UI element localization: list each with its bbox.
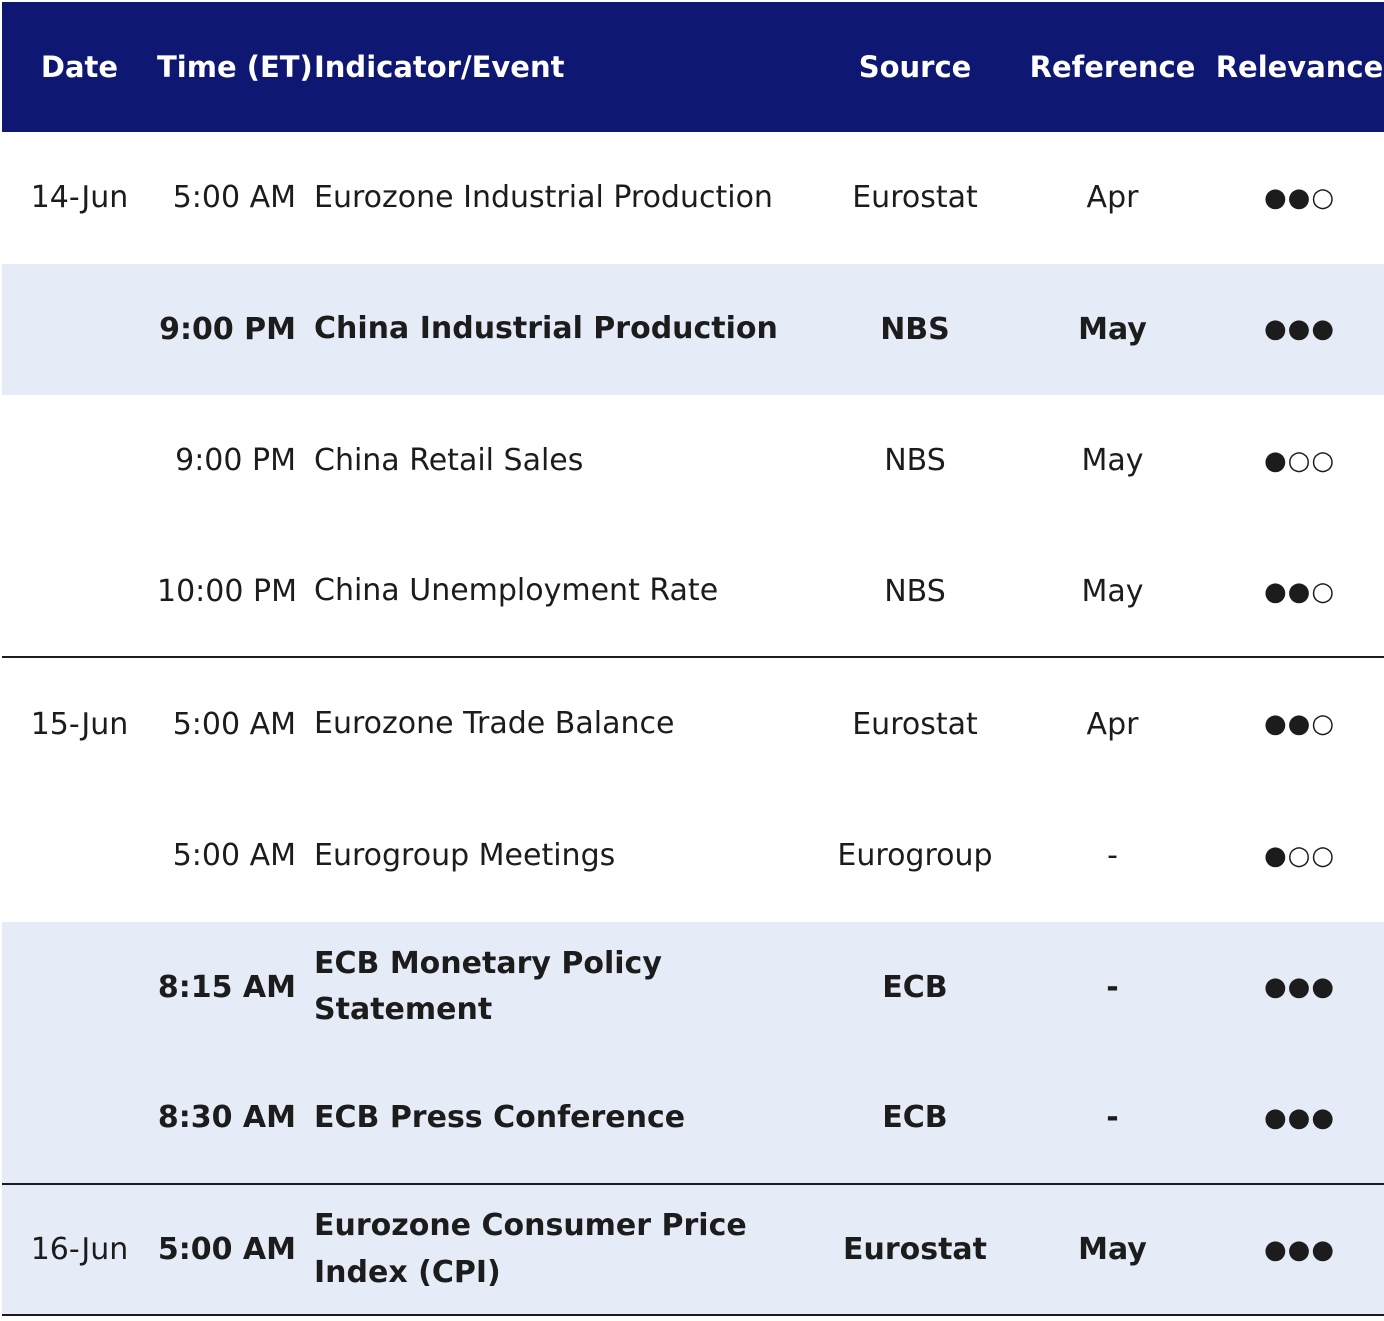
row-reference: - — [1107, 838, 1118, 874]
row-reference: Apr — [1086, 706, 1139, 742]
table-row: 15-Jun 5:00 AM Eurozone Trade Balance Eu… — [2, 658, 1384, 790]
row-event: Eurozone Consumer Price Index (CPI) — [314, 1208, 747, 1290]
row-time: 5:00 AM — [172, 838, 296, 874]
header-time: Time (ET) — [157, 50, 313, 84]
row-source: Eurostat — [852, 180, 978, 216]
table-row: 16-Jun 5:00 AM Eurozone Consumer Price I… — [2, 1184, 1384, 1317]
row-source: Eurostat — [852, 706, 978, 742]
row-time: 8:30 AM — [157, 1100, 296, 1136]
row-reference: - — [1106, 969, 1119, 1005]
relevance-dots: ●○○ — [1263, 840, 1336, 871]
row-time: 5:00 AM — [172, 706, 296, 742]
header-reference: Reference — [1029, 50, 1196, 84]
relevance-dots: ●●○ — [1263, 709, 1336, 740]
table-row: 9:00 PM China Retail Sales NBS May ●○○ — [2, 395, 1384, 527]
row-date: 14-Jun — [30, 180, 129, 216]
table-row: 14-Jun 5:00 AM Eurozone Industrial Produ… — [2, 132, 1384, 264]
row-time: 5:00 AM — [157, 1232, 296, 1268]
row-event: China Retail Sales — [314, 442, 584, 478]
row-time: 10:00 PM — [157, 574, 297, 610]
row-date: 16-Jun — [30, 1232, 129, 1268]
row-time: 9:00 PM — [159, 311, 296, 347]
row-source: NBS — [880, 311, 950, 347]
relevance-dots: ●○○ — [1263, 445, 1336, 476]
header-event: Indicator/Event — [314, 49, 565, 84]
header-date: Date — [40, 50, 119, 84]
row-time: 8:15 AM — [157, 969, 296, 1005]
row-source: NBS — [884, 574, 946, 610]
relevance-dots: ●●● — [1263, 1234, 1336, 1265]
economic-calendar-table: Date Time (ET) Indicator/Event Source Re… — [2, 2, 1384, 1317]
relevance-dots: ●●● — [1263, 1102, 1336, 1133]
header-source: Source — [858, 50, 972, 84]
row-reference: May — [1081, 443, 1144, 479]
row-source: Eurogroup — [837, 838, 993, 874]
row-reference: May — [1081, 574, 1144, 610]
row-time: 9:00 PM — [175, 443, 296, 479]
row-event: China Unemployment Rate — [314, 573, 719, 609]
row-source: Eurostat — [842, 1232, 988, 1268]
row-time: 5:00 AM — [172, 180, 296, 216]
relevance-dots: ●●○ — [1263, 576, 1336, 607]
row-reference: - — [1106, 1100, 1119, 1136]
row-event: ECB Monetary Policy Statement — [314, 945, 662, 1028]
table-row: 8:15 AM ECB Monetary Policy Statement EC… — [2, 921, 1384, 1054]
row-event: Eurogroup Meetings — [314, 837, 616, 873]
header-relevance: Relevance — [1215, 50, 1384, 84]
row-reference: May — [1078, 311, 1147, 347]
table-row: 9:00 PM China Industrial Production NBS … — [2, 263, 1384, 396]
row-source: ECB — [882, 1100, 948, 1136]
table-row: 8:30 AM ECB Press Conference ECB - ●●● — [2, 1053, 1384, 1185]
row-reference: Apr — [1086, 180, 1139, 216]
row-event: Eurozone Industrial Production — [314, 179, 773, 215]
row-source: ECB — [882, 969, 948, 1005]
relevance-dots: ●●● — [1263, 972, 1336, 1003]
row-event: China Industrial Production — [314, 311, 778, 347]
row-event: Eurozone Trade Balance — [314, 705, 675, 741]
relevance-dots: ●●● — [1263, 314, 1336, 345]
row-event: ECB Press Conference — [314, 1099, 686, 1135]
row-source: NBS — [884, 443, 946, 479]
relevance-dots: ●●○ — [1263, 182, 1336, 213]
table-header: Date Time (ET) Indicator/Event Source Re… — [2, 2, 1384, 132]
row-reference: May — [1078, 1232, 1147, 1268]
table-row: 10:00 PM China Unemployment Rate NBS May… — [2, 527, 1384, 659]
row-date: 15-Jun — [30, 706, 129, 742]
table-row: 5:00 AM Eurogroup Meetings Eurogroup - ●… — [2, 790, 1384, 922]
